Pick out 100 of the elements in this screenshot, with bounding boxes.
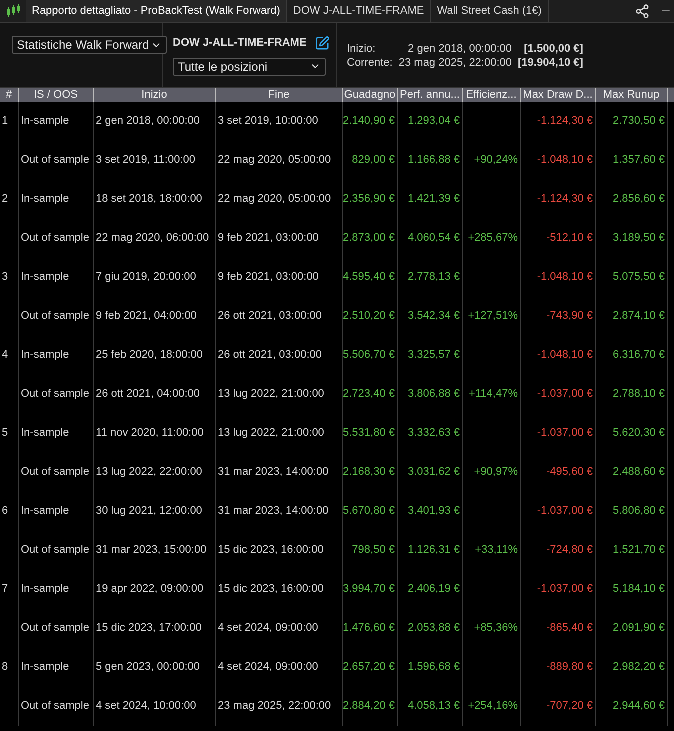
table-cell-text: 3 — [2, 270, 8, 286]
table-cell-text: 5.531,80 € — [343, 426, 395, 442]
table-cell-text: 1.421,39 € — [408, 192, 460, 208]
table-cell-text: 9 feb 2021, 04:00:00 — [96, 309, 197, 324]
candlestick-icon — [6, 4, 20, 18]
column-header[interactable]: # — [0, 88, 19, 102]
table-cell-text: 2.140,90 € — [343, 114, 395, 130]
column-header[interactable]: Max Draw D... — [521, 88, 596, 102]
table-cell-text: 2.778,13 € — [408, 270, 460, 286]
window-tab[interactable]: Rapporto dettagliato - ProBackTest (Walk Forward) — [26, 0, 288, 22]
table-cell-text: 26 ott 2021, 03:00:00 — [218, 309, 322, 324]
table-cell-text: 31 mar 2023, 14:00:00 — [218, 504, 329, 520]
table-cell-text: 5.620,30 € — [613, 426, 665, 442]
table-cell-text: 3 set 2019, 10:00:00 — [218, 114, 318, 130]
table-cell-text: 9 feb 2021, 03:00:00 — [218, 231, 319, 246]
table-cell-text: 7 giu 2019, 20:00:00 — [96, 270, 196, 286]
table-cell-text: 4 set 2024, 10:00:00 — [96, 699, 196, 714]
table-cell-text: 5 gen 2023, 00:00:00 — [96, 660, 200, 676]
table-cell-text: -1.037,00 € — [537, 426, 593, 442]
table-cell-text: 13 lug 2022, 21:00:00 — [218, 426, 324, 442]
edit-icon[interactable] — [314, 36, 330, 51]
table-cell-text: 829,00 € — [352, 153, 395, 168]
table-cell-text: 2.884,20 € — [343, 699, 395, 714]
table-cell-text: 4.595,40 € — [343, 270, 395, 286]
current-date: 23 mag 2025, 22:00:00 — [398, 56, 512, 70]
table-cell-text: 22 mag 2020, 06:00:00 — [96, 231, 210, 246]
column-header[interactable]: Guadagno — [343, 88, 398, 102]
table-cell-text: 2.944,60 € — [613, 699, 665, 714]
positions-select[interactable]: Tutte le posizioni — [173, 58, 326, 76]
table-cell-text: 1.126,31 € — [408, 543, 460, 558]
table-cell-text: Out of sample — [21, 465, 90, 480]
table-cell-text: 4.060,54 € — [408, 231, 460, 246]
table-cell-text: 2.488,60 € — [613, 465, 665, 480]
table-cell-text: 2.053,88 € — [408, 621, 460, 636]
table-cell-text: +127,51% — [468, 309, 518, 324]
table-cell-text: 5.184,10 € — [613, 582, 665, 598]
table-cell-text: 31 mar 2023, 15:00:00 — [96, 543, 207, 558]
table-cell-text: In-sample — [21, 270, 70, 286]
table-cell-text: +90,24% — [474, 153, 518, 168]
table-cell-text: 5 — [2, 426, 8, 442]
column-header[interactable]: Fine — [216, 88, 343, 102]
view-select[interactable]: Statistiche Walk Forward — [12, 36, 168, 54]
table-cell-text: -495,60 € — [546, 465, 593, 480]
table-cell-text: Out of sample — [21, 621, 90, 636]
table-cell-text: 5.506,70 € — [343, 348, 395, 364]
table-cell-text: 2.657,20 € — [343, 660, 395, 676]
table-cell-text: 3.806,88 € — [408, 387, 460, 402]
column-header[interactable]: Efficienz... — [463, 88, 521, 102]
column-header[interactable]: Max Runup — [596, 88, 668, 102]
column-header[interactable]: IS / OOS — [19, 88, 94, 102]
table-cell-text: 4.058,13 € — [408, 699, 460, 714]
table-cell-text: 5.806,80 € — [613, 504, 665, 520]
table-cell-text: 15 dic 2023, 16:00:00 — [218, 543, 324, 558]
table-cell-text: 7 — [2, 582, 8, 598]
table-cell-text: 3.332,63 € — [408, 426, 460, 442]
table-cell-text: 2.406,19 € — [408, 582, 460, 598]
table-cell-text: In-sample — [21, 660, 70, 676]
table-cell-text: Out of sample — [21, 543, 90, 558]
window-tab[interactable]: Wall Street Cash (1€) — [431, 0, 549, 22]
table-cell-text: -865,40 € — [546, 621, 593, 636]
table-cell-text: 2.356,90 € — [343, 192, 395, 208]
table-cell-text: 3.189,50 € — [613, 231, 665, 246]
table-cell-text: 9 feb 2021, 03:00:00 — [218, 270, 319, 286]
table-cell-text: 3 set 2019, 11:00:00 — [96, 153, 196, 168]
table-cell-text: 1.357,60 € — [613, 153, 665, 168]
table-cell-text: +254,16% — [468, 699, 518, 714]
table-cell-text: Out of sample — [21, 231, 90, 246]
table-cell-text: 3.325,57 € — [408, 348, 460, 364]
table-cell-text: +285,67% — [468, 231, 518, 246]
table-cell-text: 2.091,90 € — [613, 621, 665, 636]
column-header[interactable]: Inizio — [94, 88, 216, 102]
table-cell-text: 13 lug 2022, 21:00:00 — [218, 387, 324, 402]
table-cell-text: 1.596,68 € — [408, 660, 460, 676]
strategy-name: DOW J-ALL-TIME-FRAME — [173, 36, 307, 51]
table-cell-text: 26 ott 2021, 03:00:00 — [218, 348, 322, 364]
table-cell-text: In-sample — [21, 192, 70, 208]
table-cell-text: Out of sample — [21, 699, 90, 714]
table-cell-text: 2 — [2, 192, 8, 208]
start-date: 2 gen 2018, 00:00:00 — [407, 42, 512, 56]
table-cell-text: Out of sample — [21, 153, 90, 168]
table-cell-text: 22 mag 2020, 05:00:00 — [218, 153, 332, 168]
table-cell-text: -1.037,00 € — [537, 387, 593, 402]
table-cell-text: 22 mag 2020, 05:00:00 — [218, 192, 332, 208]
table-cell-text: 1 — [2, 114, 8, 130]
share-icon[interactable] — [635, 4, 650, 18]
table-cell-text: 13 lug 2022, 22:00:00 — [96, 465, 202, 480]
table-cell-text: In-sample — [21, 504, 70, 520]
table-cell-text: 4 set 2024, 09:00:00 — [218, 660, 318, 676]
table-cell-text: 4 — [2, 348, 8, 364]
table-cell-text: Out of sample — [21, 309, 90, 324]
column-header[interactable]: Perf. annu... — [398, 88, 463, 102]
table-cell-text: 6.316,70 € — [613, 348, 665, 364]
table-cell-text: 8 — [2, 660, 8, 676]
table-cell-text: 3.542,34 € — [408, 309, 460, 324]
table-cell-text: 18 set 2018, 18:00:00 — [96, 192, 202, 208]
table-cell-text: In-sample — [21, 348, 70, 364]
table-cell-text: In-sample — [21, 582, 70, 598]
table-cell-text: 3.994,70 € — [343, 582, 395, 598]
table-cell-text: Out of sample — [21, 387, 90, 402]
window-tab[interactable]: DOW J-ALL-TIME-FRAME — [287, 0, 432, 22]
